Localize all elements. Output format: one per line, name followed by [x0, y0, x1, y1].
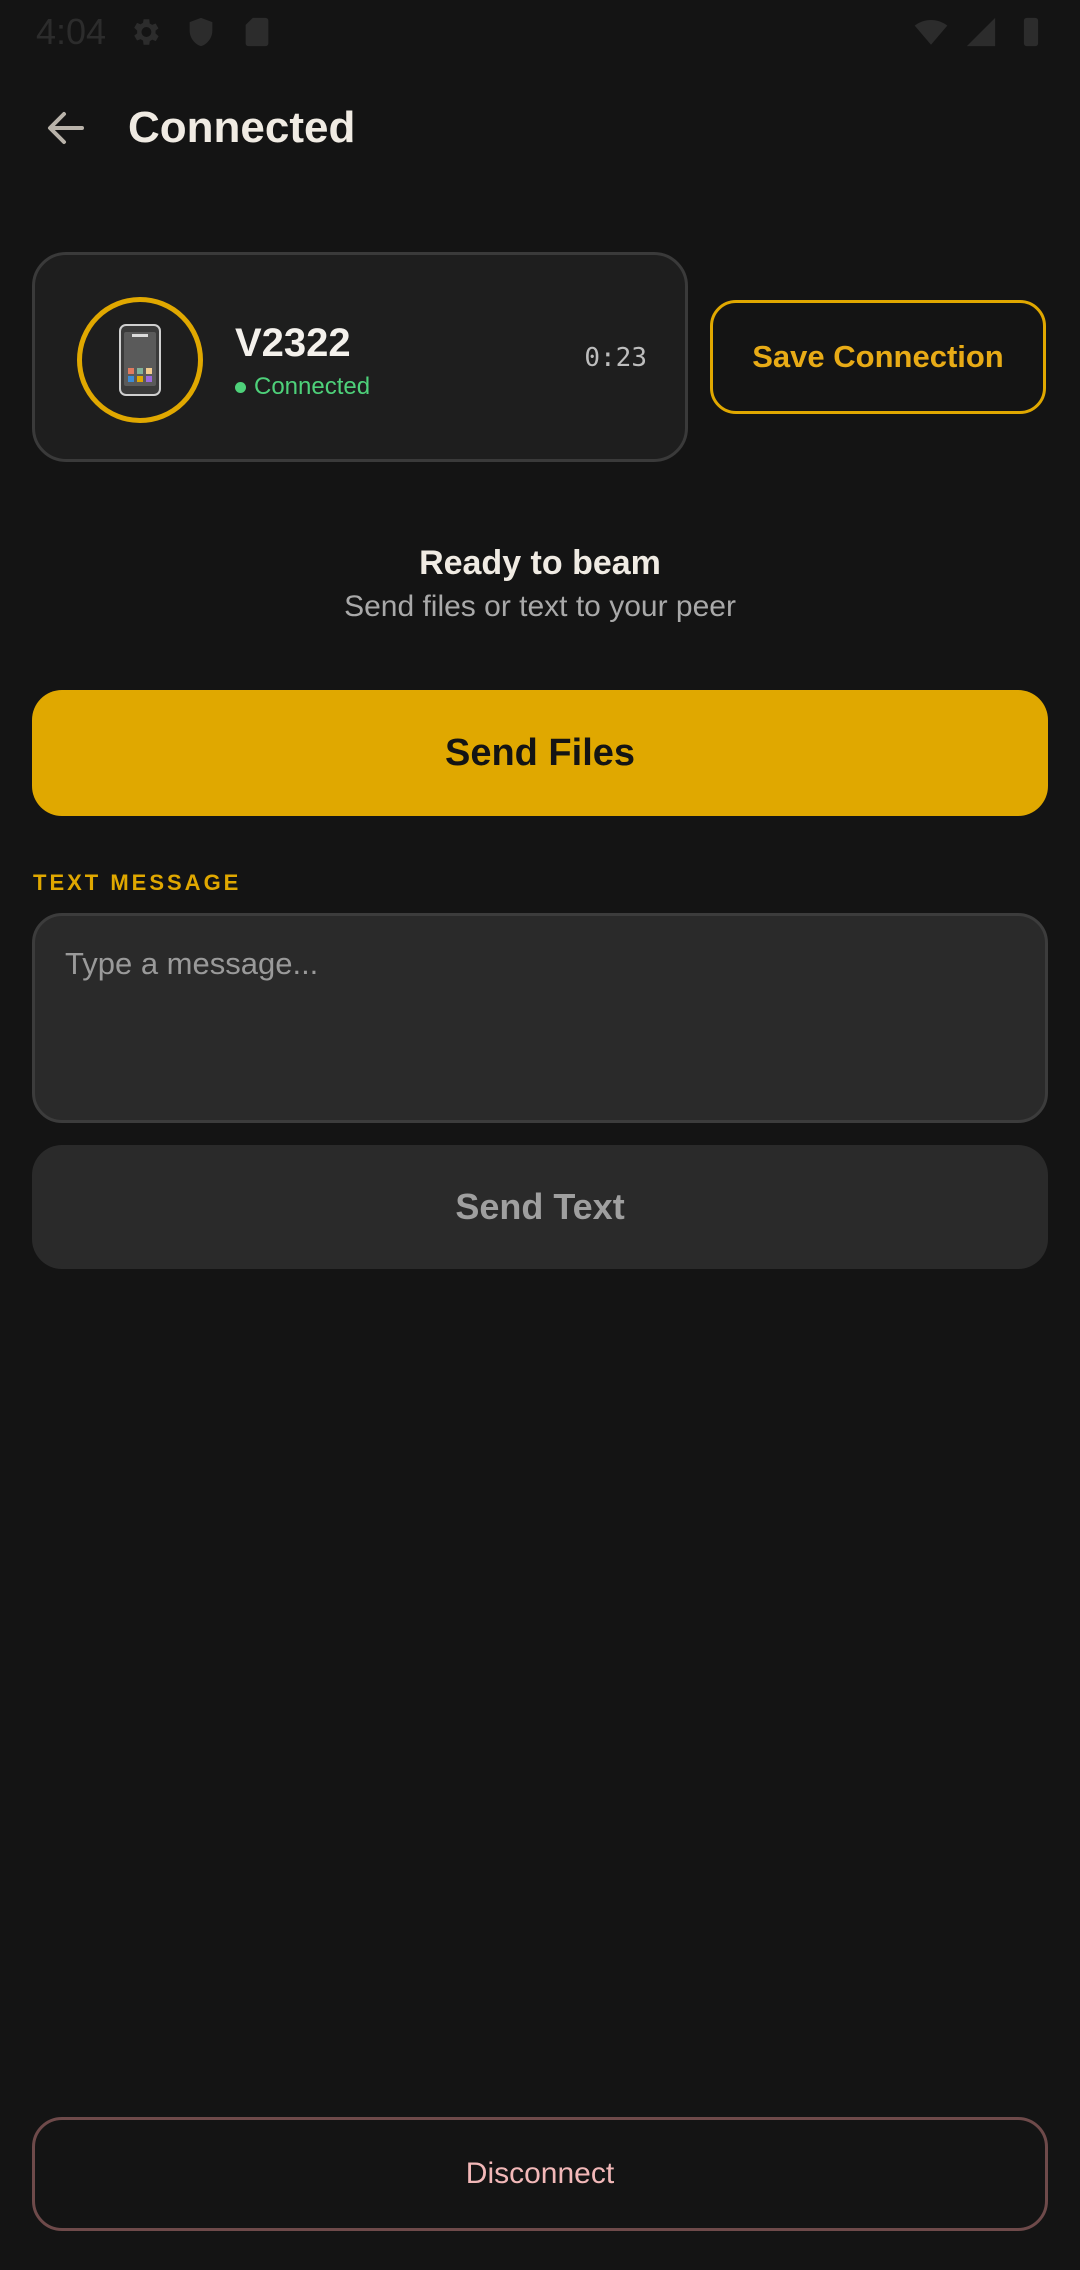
- status-right: [914, 15, 1048, 49]
- connection-timer: 0:23: [584, 343, 647, 373]
- battery-icon: [1014, 15, 1048, 49]
- save-connection-button[interactable]: Save Connection: [710, 300, 1046, 414]
- page-title: Connected: [128, 103, 356, 152]
- peer-status: Connected: [235, 373, 370, 401]
- text-message-label: TEXT MESSAGE: [33, 870, 242, 895]
- app-bar: Connected: [0, 80, 1080, 176]
- ready-subtitle: Send files or text to your peer: [344, 590, 736, 623]
- status-dot-icon: [235, 381, 246, 393]
- status-bar: 4:04: [0, 0, 1080, 64]
- wifi-icon: [914, 15, 948, 49]
- message-input[interactable]: [32, 913, 1048, 1123]
- back-button[interactable]: [40, 102, 92, 154]
- send-text-button[interactable]: Send Text: [32, 1145, 1048, 1269]
- ready-title: Ready to beam: [419, 544, 661, 582]
- status-time: 4:04: [36, 11, 107, 52]
- phone-icon: [119, 324, 161, 396]
- peer-status-text: Connected: [254, 373, 371, 400]
- send-files-button[interactable]: Send Files: [32, 690, 1048, 816]
- arrow-left-icon: [48, 112, 84, 144]
- screen: 4:04 Connected V2322 Connected 0:23 Save…: [0, 0, 1080, 2270]
- status-left: 4:04: [36, 11, 274, 53]
- gear-icon: [128, 15, 162, 49]
- shield-icon: [184, 15, 218, 49]
- disconnect-button[interactable]: Disconnect: [32, 2117, 1048, 2231]
- peer-card: V2322 Connected 0:23: [32, 252, 688, 462]
- peer-avatar: [77, 297, 203, 423]
- sd-card-icon: [240, 15, 274, 49]
- cell-signal-icon: [964, 15, 998, 49]
- peer-name: V2322: [235, 321, 351, 365]
